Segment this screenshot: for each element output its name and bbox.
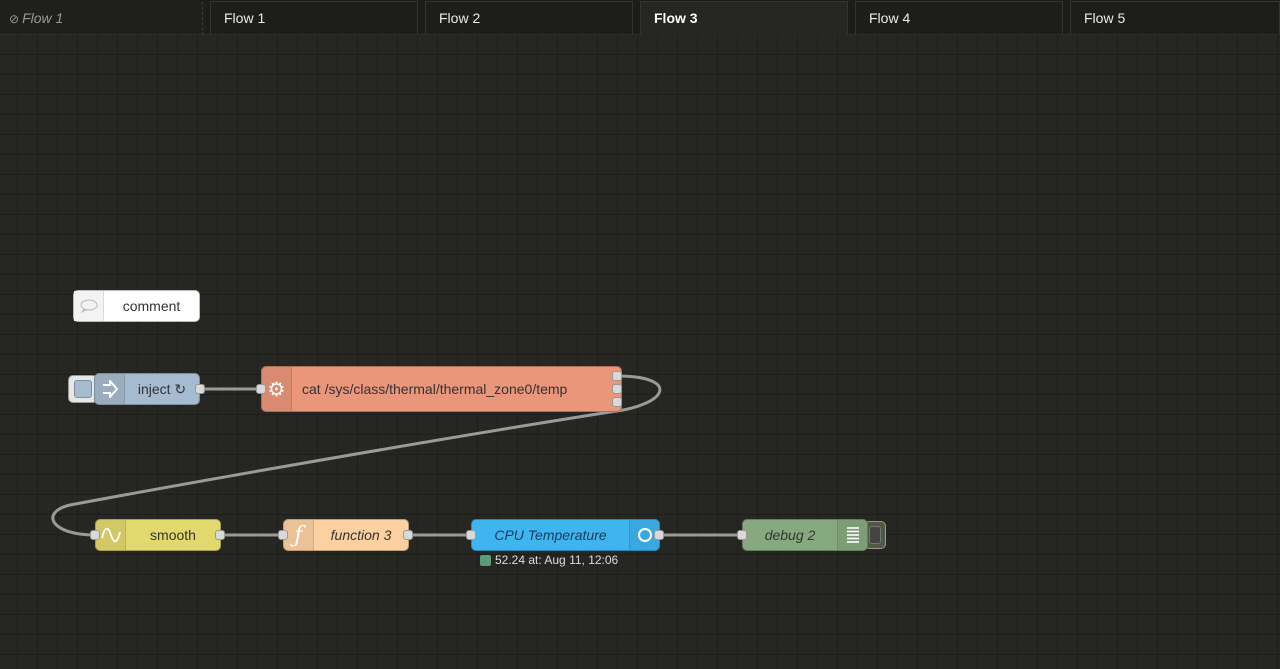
exec-node[interactable]: ⚙ cat /sys/class/thermal/thermal_zone0/t… — [261, 366, 622, 412]
comment-node[interactable]: comment — [73, 290, 200, 322]
tab-bar: ⊘ Flow 1 Flow 1 Flow 2 Flow 3 Flow 4 Flow… — [0, 0, 1280, 36]
exec-input-port[interactable] — [256, 384, 266, 394]
debug-input-port[interactable] — [737, 530, 747, 540]
gauge-output-port[interactable] — [654, 530, 664, 540]
inject-node[interactable]: inject ↻ — [94, 373, 200, 405]
exec-output-port-rc[interactable] — [612, 397, 622, 407]
node-label: smooth — [150, 527, 196, 543]
node-label: function 3 — [330, 527, 392, 543]
tab-label: Flow 5 — [1084, 10, 1126, 26]
exec-output-port-stderr[interactable] — [612, 384, 622, 394]
tab-flow-5[interactable]: Flow 5 — [1070, 1, 1280, 34]
list-icon — [837, 520, 867, 550]
comment-icon — [74, 291, 104, 321]
smooth-node[interactable]: smooth — [95, 519, 221, 551]
gauge-input-port[interactable] — [466, 530, 476, 540]
tab-label: Flow 3 — [654, 10, 698, 26]
tab-label: Flow 2 — [439, 10, 481, 26]
function-icon: ƒ — [284, 520, 314, 550]
tab-flow-1-disabled[interactable]: ⊘ Flow 1 — [0, 1, 206, 35]
flow-canvas[interactable] — [0, 35, 1280, 669]
node-label: inject ↻ — [137, 380, 187, 397]
gauge-status: 52.24 at: Aug 11, 12:06 — [480, 553, 618, 567]
smooth-output-port[interactable] — [215, 530, 225, 540]
node-label: cat /sys/class/thermal/thermal_zone0/tem… — [302, 381, 568, 397]
tab-flow-3[interactable]: Flow 3 — [640, 1, 848, 36]
tab-flow-1[interactable]: Flow 1 — [210, 1, 418, 34]
arrow-in-icon — [95, 374, 125, 404]
node-label: debug 2 — [764, 527, 816, 543]
node-label: CPU Temperature — [494, 527, 607, 543]
tab-flow-4[interactable]: Flow 4 — [855, 1, 1063, 34]
tab-flow-2[interactable]: Flow 2 — [425, 1, 633, 34]
function-node[interactable]: ƒ function 3 — [283, 519, 409, 551]
smooth-input-port[interactable] — [90, 530, 100, 540]
status-text: 52.24 at: Aug 11, 12:06 — [495, 553, 619, 567]
function-input-port[interactable] — [278, 530, 288, 540]
status-dot-icon — [480, 554, 491, 566]
tab-label: Flow 1 — [224, 10, 266, 26]
gauge-node[interactable]: CPU Temperature — [471, 519, 660, 551]
inject-output-port[interactable] — [195, 384, 205, 394]
wave-icon — [96, 520, 126, 550]
function-output-port[interactable] — [403, 530, 413, 540]
node-label: comment — [122, 298, 181, 314]
debug-node[interactable]: debug 2 — [742, 519, 868, 551]
tab-label: Flow 1 — [22, 10, 64, 26]
exec-output-port-stdout[interactable] — [612, 371, 622, 381]
gear-icon: ⚙ — [262, 367, 292, 411]
ban-icon: ⊘ — [9, 12, 20, 26]
tab-label: Flow 4 — [869, 10, 911, 26]
